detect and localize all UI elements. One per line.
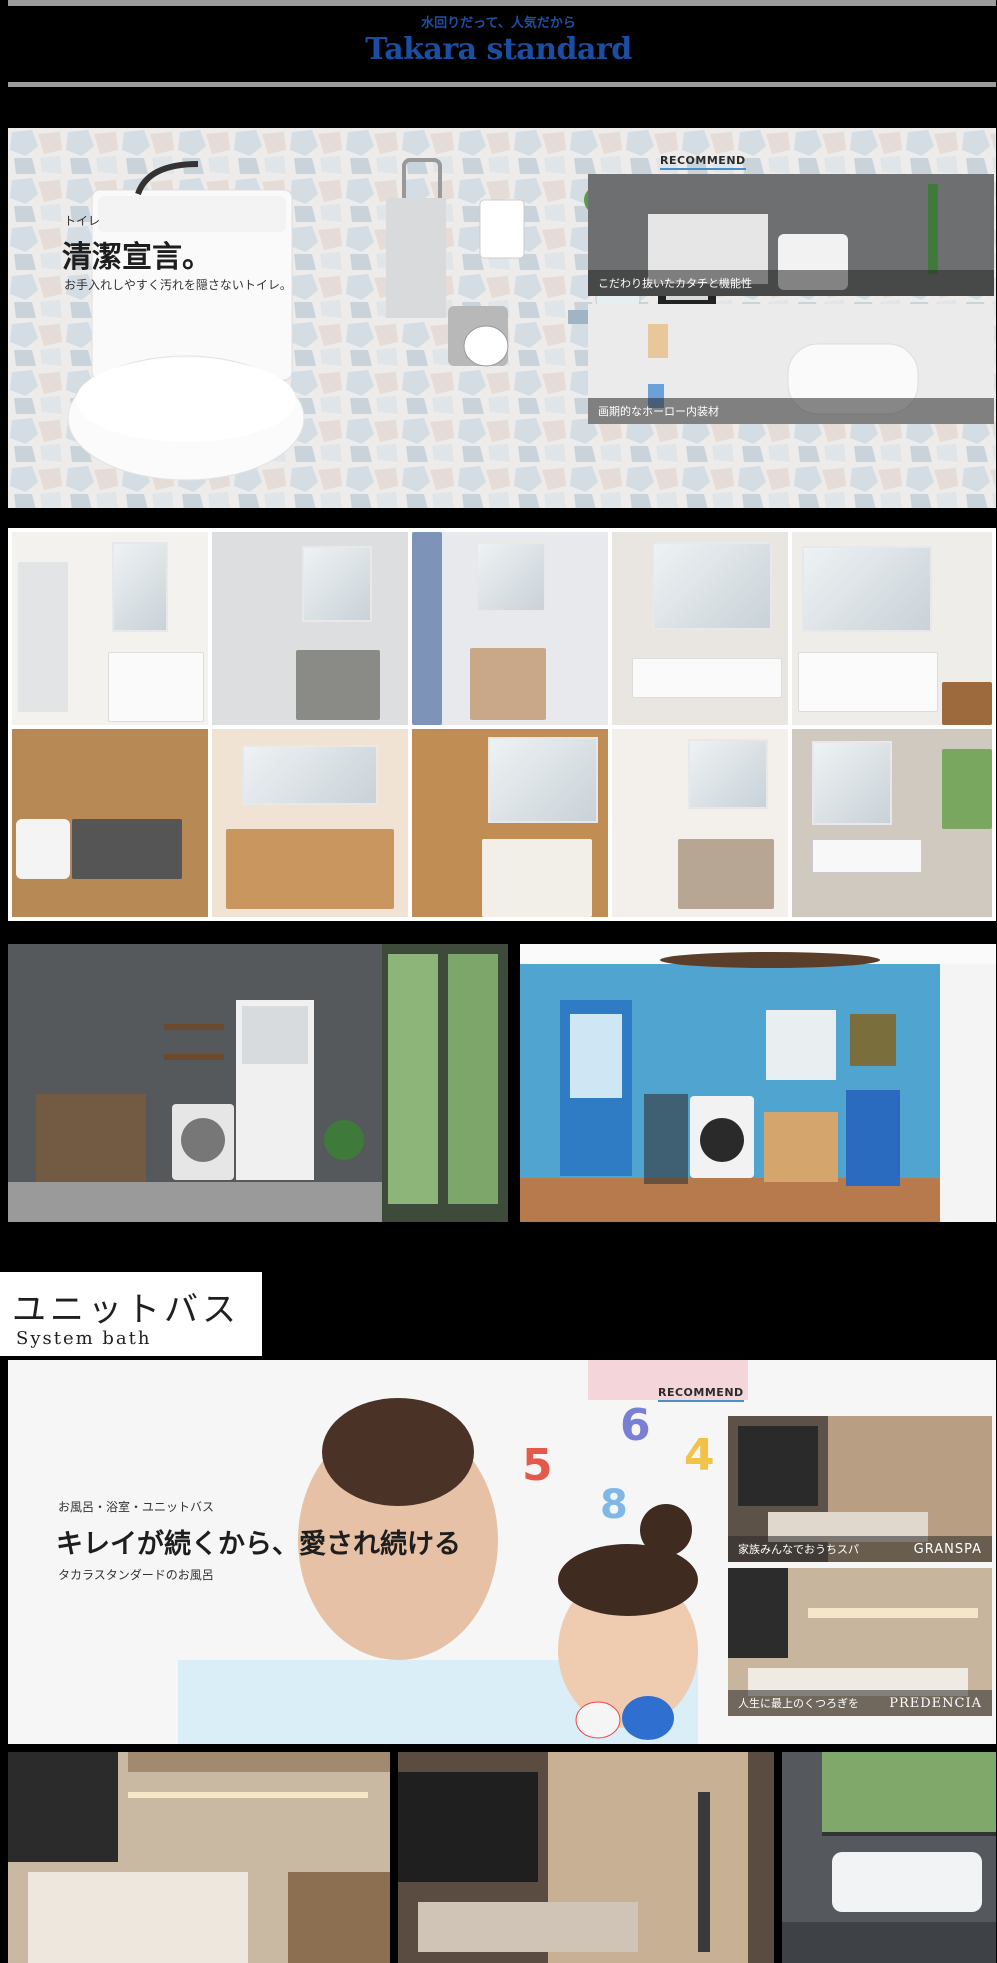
- bath-subtext: タカラスタンダードのお風呂: [58, 1568, 214, 1582]
- bath-toy-number: 5: [522, 1440, 553, 1491]
- vanity-cabinet: [226, 829, 394, 909]
- toilet-category: トイレ: [64, 214, 101, 228]
- vanity-tile[interactable]: [792, 729, 992, 917]
- system-bath-title-jp: ユニットバス: [12, 1290, 240, 1330]
- vanity-tile[interactable]: [612, 729, 788, 917]
- bath-tile[interactable]: [782, 1752, 996, 1963]
- toilet-recommend-label: RECOMMEND: [660, 154, 746, 170]
- vanity-tile[interactable]: [12, 729, 208, 917]
- lifestyle-grey-room-image: [8, 944, 508, 1222]
- bath-card-2-caption-bar: 人生に最上のくつろぎを PREDENCIA: [728, 1690, 992, 1716]
- vanity-mirror: [112, 542, 168, 632]
- vanity-tile[interactable]: [212, 729, 408, 917]
- vanity-floor: [942, 682, 992, 725]
- vanity-cabinet: [482, 839, 592, 917]
- vanity-tile[interactable]: [412, 729, 608, 917]
- bath-card-2-caption: 人生に最上のくつろぎを: [738, 1697, 859, 1710]
- bath-recommend-card-1[interactable]: 家族みんなでおうちスパ GRANSPA: [728, 1416, 992, 1562]
- bath-card-1-caption-bar: 家族みんなでおうちスパ GRANSPA: [728, 1536, 992, 1562]
- header-divider: [8, 82, 996, 87]
- vanity-tile[interactable]: [12, 532, 208, 725]
- bath-tile[interactable]: [398, 1752, 774, 1963]
- vanity-mirror: [488, 737, 598, 823]
- vanity-mirror: [242, 745, 378, 805]
- bath-recommend-label: RECOMMEND: [658, 1386, 744, 1402]
- toilet-card-2-caption: 画期的なホーロー内装材: [598, 405, 719, 418]
- lifestyle-blue-room[interactable]: [520, 944, 996, 1222]
- vanity-mirror: [802, 546, 932, 632]
- toilet-card-1-caption: こだわり抜いたカタチと機能性: [598, 277, 752, 290]
- vanity-counter: [72, 819, 182, 879]
- washing-machine: [16, 819, 70, 879]
- vanity-counter: [812, 839, 922, 873]
- system-bath-title-box: ユニットバス System bath: [0, 1272, 262, 1356]
- system-bath-title-en: System bath: [16, 1328, 152, 1349]
- bath-banner[interactable]: 6 5 4 8 お風呂・浴室・ユニットバス キレイが続くから、愛され続ける タカ…: [8, 1360, 996, 1744]
- lifestyle-grey-room[interactable]: [8, 944, 508, 1222]
- header-tagline: 水回りだって、人気だから: [421, 16, 576, 31]
- bath-recommend-card-2[interactable]: 人生に最上のくつろぎを PREDENCIA: [728, 1568, 992, 1716]
- vanity-mirror: [688, 739, 768, 809]
- vanity-cabinet: [470, 648, 546, 720]
- toilet-recommend-card-1[interactable]: こだわり抜いたカタチと機能性: [588, 174, 994, 296]
- bath-toy-number: 8: [600, 1482, 628, 1528]
- toilet-subtext: お手入れしやすく汚れを隠さないトイレ。: [64, 278, 292, 292]
- vanity-wall: [412, 532, 442, 725]
- vanity-counter: [632, 658, 782, 698]
- vanity-cabinet: [296, 650, 380, 720]
- vanity-cabinet: [108, 652, 204, 722]
- bath-card-1-caption: 家族みんなでおうちスパ: [738, 1543, 859, 1556]
- top-divider: [8, 0, 996, 6]
- brand-logo-text[interactable]: Takara standard: [0, 32, 997, 67]
- vanity-cabinet: [678, 839, 774, 909]
- toilet-recommend-card-2[interactable]: 画期的なホーロー内装材: [588, 304, 994, 424]
- vanity-door: [18, 562, 68, 712]
- bath-toy-number: 4: [684, 1430, 715, 1481]
- toilet-headline: 清潔宣言。: [62, 240, 212, 275]
- vanity-mirror: [652, 542, 772, 630]
- bath-category: お風呂・浴室・ユニットバス: [58, 1500, 215, 1514]
- toilet-banner[interactable]: トイレ 清潔宣言。 お手入れしやすく汚れを隠さないトイレ。 RECOMMEND …: [8, 128, 996, 508]
- lifestyle-blue-room-image: [520, 944, 996, 1222]
- vanity-tile[interactable]: [612, 532, 788, 725]
- bath-tile-image: [398, 1752, 774, 1963]
- bath-card-1-product: GRANSPA: [913, 1541, 982, 1557]
- bath-headline: キレイが続くから、愛され続ける: [56, 1529, 461, 1560]
- bath-toy-number: 6: [620, 1400, 651, 1451]
- vanity-tile[interactable]: [212, 532, 408, 725]
- vanity-mirror: [812, 741, 892, 825]
- vanity-tile[interactable]: [792, 532, 992, 725]
- toilet-card-2-caption-bar: 画期的なホーロー内装材: [588, 398, 994, 424]
- vanity-grid: [8, 528, 996, 921]
- vanity-mirror: [302, 546, 372, 622]
- vanity-window: [942, 749, 992, 829]
- bath-card-2-product: PREDENCIA: [889, 1695, 982, 1711]
- bath-tile-image: [8, 1752, 390, 1963]
- vanity-tile[interactable]: [412, 532, 608, 725]
- vanity-mirror: [476, 542, 546, 612]
- bath-tile-image: [782, 1752, 996, 1963]
- bath-tile[interactable]: [8, 1752, 390, 1963]
- vanity-cabinet: [798, 652, 938, 712]
- toilet-card-1-caption-bar: こだわり抜いたカタチと機能性: [588, 270, 994, 296]
